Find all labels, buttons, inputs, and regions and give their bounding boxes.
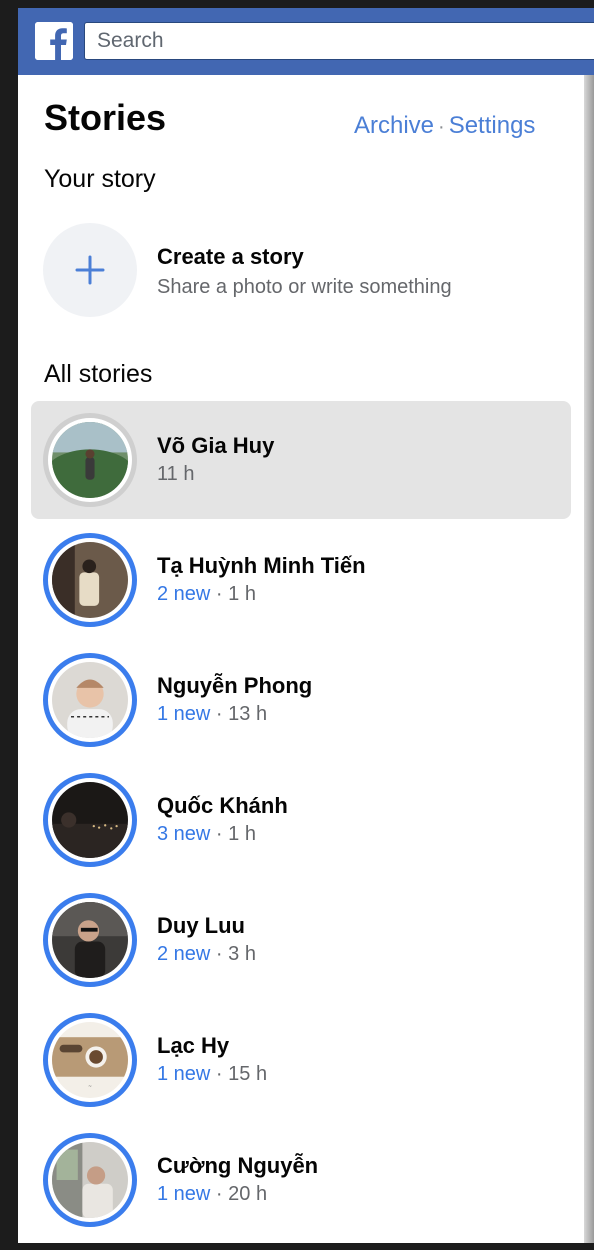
- story-item[interactable]: Võ Gia Huy 11 h: [31, 401, 571, 519]
- story-ring: ~: [43, 1013, 137, 1107]
- story-meta-separator: ·: [210, 1183, 229, 1205]
- stories-panel: Stories Archive · Settings Your story Crea…: [18, 75, 584, 1243]
- story-meta: 1 new · 15 h: [157, 1063, 267, 1086]
- search-input[interactable]: [84, 22, 594, 60]
- story-meta-separator: ·: [210, 823, 229, 845]
- story-meta-separator: ·: [210, 1063, 229, 1085]
- svg-text:~: ~: [88, 1084, 92, 1089]
- create-story-button[interactable]: Create a story Share a photo or write so…: [43, 223, 563, 319]
- story-ring: [43, 533, 137, 627]
- avatar: [52, 662, 128, 738]
- story-new-count: 1 new: [157, 1183, 211, 1205]
- settings-link[interactable]: Settings: [449, 112, 536, 139]
- story-author-name: Cường Nguyễn: [157, 1153, 319, 1178]
- your-story-heading: Your story: [44, 165, 156, 193]
- story-author-name: Lạc Hy: [157, 1033, 230, 1058]
- story-new-count: 1 new: [157, 703, 211, 725]
- story-author-name: Duy Luu: [157, 913, 245, 938]
- story-ring: [43, 773, 137, 867]
- story-ring: [43, 1133, 137, 1227]
- window-frame: Stories Archive·Settings Your story Crea…: [0, 0, 594, 1250]
- avatar: [52, 542, 128, 618]
- story-author-name: Quốc Khánh: [157, 793, 288, 818]
- story-ring: [43, 413, 137, 507]
- story-author-name: Nguyễn Phong: [157, 673, 313, 698]
- avatar: [52, 902, 128, 978]
- story-author-name: Võ Gia Huy: [157, 433, 275, 458]
- all-stories-heading: All stories: [44, 360, 153, 388]
- story-author-name: Tạ Huỳnh Minh Tiến: [157, 553, 366, 578]
- story-time: 1 h: [228, 823, 256, 845]
- story-meta: 2 new · 3 h: [157, 943, 256, 966]
- story-time: 1 h: [228, 583, 256, 605]
- story-meta-separator: ·: [210, 943, 229, 965]
- plus-icon: [43, 223, 137, 317]
- story-time: 11 h: [157, 463, 195, 485]
- story-meta: 1 new · 20 h: [157, 1183, 267, 1206]
- story-meta-separator: ·: [210, 583, 229, 605]
- story-meta: 3 new · 1 h: [157, 823, 256, 846]
- page-title: Stories: [44, 97, 167, 138]
- avatar: ~: [52, 1022, 128, 1098]
- archive-link[interactable]: Archive: [354, 112, 434, 139]
- window-edge: [584, 75, 594, 1243]
- story-meta-separator: ·: [210, 703, 229, 725]
- story-item[interactable]: Tạ Huỳnh Minh Tiến 2 new · 1 h: [31, 521, 571, 639]
- story-item[interactable]: Quốc Khánh 3 new · 1 h: [31, 761, 571, 879]
- link-separator: ·: [438, 116, 445, 138]
- header-links: Archive · Settings: [354, 112, 535, 140]
- story-new-count: 2 new: [157, 583, 211, 605]
- story-meta: 1 new · 13 h: [157, 703, 267, 726]
- facebook-header: [18, 8, 594, 75]
- facebook-logo-icon[interactable]: [35, 22, 73, 60]
- story-time: 13 h: [228, 703, 268, 725]
- story-meta: 2 new · 1 h: [157, 583, 256, 606]
- story-new-count: 2 new: [157, 943, 211, 965]
- story-item[interactable]: Nguyễn Phong 1 new · 13 h: [31, 641, 571, 759]
- avatar: [52, 1142, 128, 1218]
- story-item[interactable]: Duy Luu 2 new · 3 h: [31, 881, 571, 999]
- story-new-count: 3 new: [157, 823, 211, 845]
- story-ring: [43, 893, 137, 987]
- create-story-subtitle: Share a photo or write something: [157, 276, 452, 298]
- story-item[interactable]: ~ Lạc Hy 1 new · 15 h: [31, 1001, 571, 1119]
- story-time: 3 h: [228, 943, 256, 965]
- story-meta: 11 h: [157, 463, 194, 486]
- avatar: [52, 422, 128, 498]
- avatar: [52, 782, 128, 858]
- story-item[interactable]: Cường Nguyễn 1 new · 20 h: [31, 1121, 571, 1239]
- story-time: 15 h: [228, 1063, 268, 1085]
- story-time: 20 h: [228, 1183, 268, 1205]
- create-story-title: Create a story: [157, 244, 304, 269]
- story-ring: [43, 653, 137, 747]
- story-new-count: 1 new: [157, 1063, 211, 1085]
